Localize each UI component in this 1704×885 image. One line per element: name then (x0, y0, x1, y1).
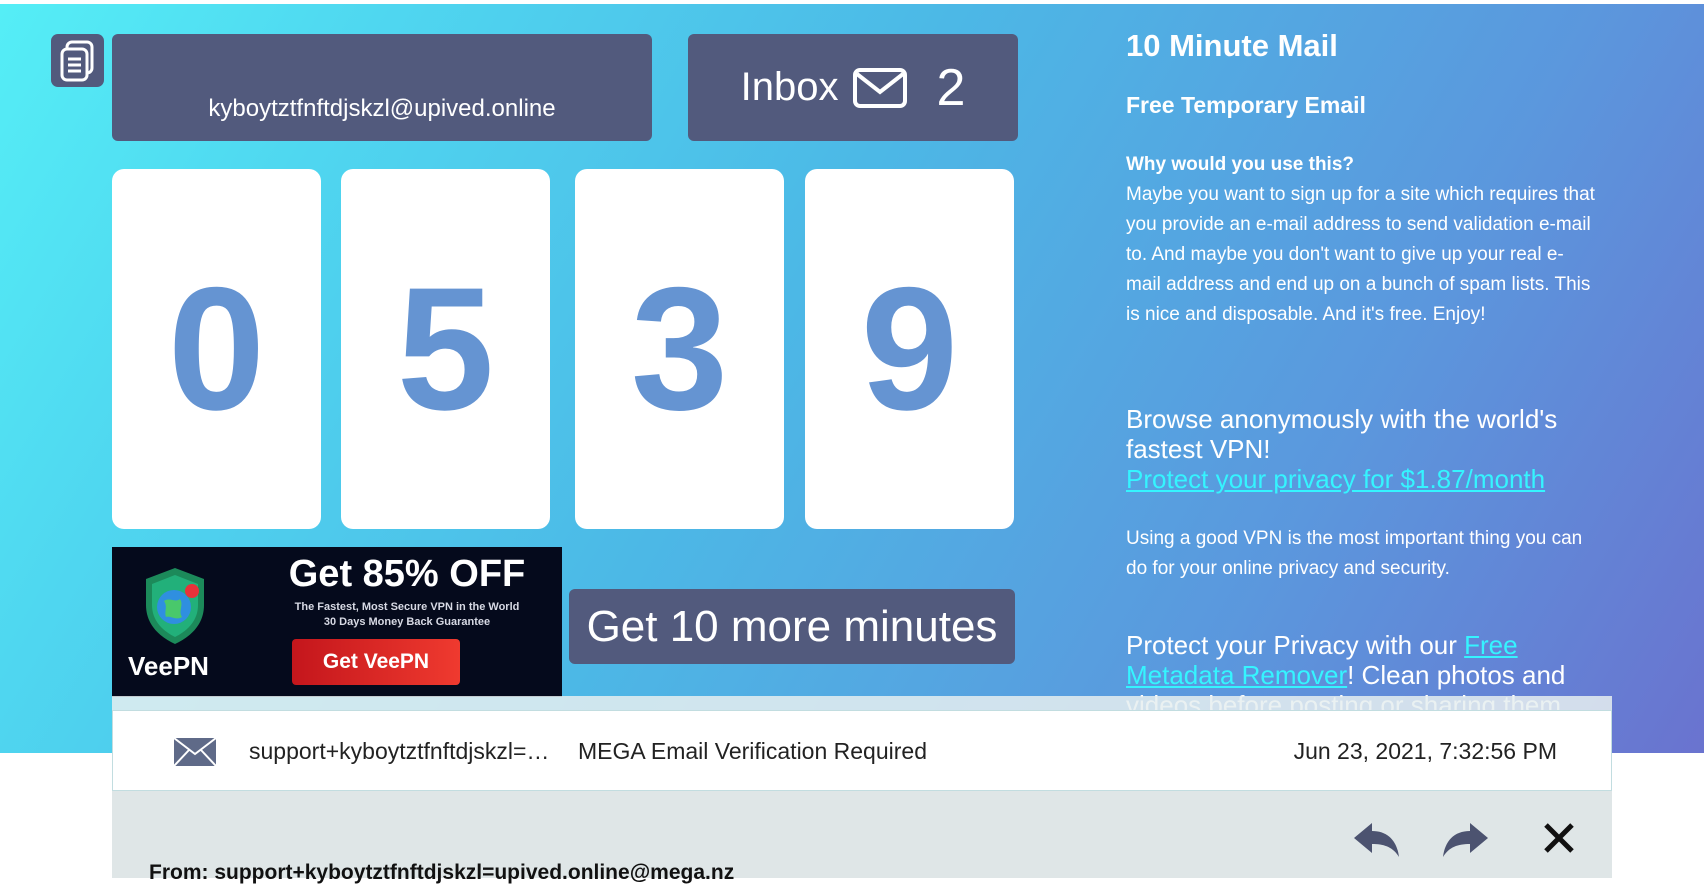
message-full-sender: From: support+kyboytztfnftdjskzl=upived.… (149, 861, 735, 884)
forward-icon[interactable] (1440, 819, 1490, 859)
ad-subline: The Fastest, Most Secure VPN in the Worl… (257, 600, 557, 630)
inbox-count: 2 (936, 58, 966, 117)
site-subtitle: Free Temporary Email (1126, 92, 1366, 118)
timer-digit-3: 3 (575, 169, 784, 529)
vpn-heading: Browse anonymously with the world's fast… (1126, 404, 1558, 464)
copy-email-button[interactable] (51, 34, 104, 87)
why-body: Maybe you want to sign up for a site whi… (1126, 184, 1595, 325)
email-address-text: kyboytztfnftdjskzl@upived.online (208, 95, 556, 122)
envelope-icon (853, 67, 908, 108)
copy-icon (60, 40, 93, 81)
ad-subline-1: The Fastest, Most Secure VPN in the Worl… (294, 601, 520, 613)
why-section: Why would you use this? Maybe you want t… (1126, 150, 1596, 330)
inbox-label: Inbox (740, 65, 839, 109)
vpn-note: Using a good VPN is the most important t… (1126, 528, 1583, 579)
ad-get-vpn-button[interactable]: Get VeePN (292, 639, 460, 685)
site-title: 10 Minute Mail (1126, 28, 1338, 63)
message-row[interactable]: support+kyboytztfnftdjskzl=… MEGA Email … (112, 710, 1612, 791)
envelope-icon (173, 737, 217, 767)
email-address[interactable]: kyboytztfnftdjskzl@upived.online (112, 34, 652, 141)
get-more-minutes-button[interactable]: Get 10 more minutes (569, 589, 1015, 664)
vpn-ad-banner[interactable]: Get 85% OFF The Fastest, Most Secure VPN… (112, 547, 562, 697)
why-heading: Why would you use this? (1126, 154, 1354, 175)
vpn-link[interactable]: Protect your privacy for $1.87/month (1126, 464, 1596, 494)
message-date: Jun 23, 2021, 7:32:56 PM (1293, 738, 1557, 764)
inbox-indicator[interactable]: Inbox 2 (688, 34, 1018, 141)
timer-digit-4: 9 (805, 169, 1014, 529)
message-sender: support+kyboytztfnftdjskzl=… (249, 738, 550, 764)
inbox-list-header (112, 696, 1612, 710)
close-icon[interactable] (1542, 821, 1576, 855)
vpn-promo: Browse anonymously with the world's fast… (1126, 404, 1596, 494)
ad-headline: Get 85% OFF (288, 553, 526, 595)
shield-icon (146, 568, 204, 644)
message-detail: From: support+kyboytztfnftdjskzl=upived.… (112, 791, 1612, 884)
message-subject: MEGA Email Verification Required (578, 738, 927, 764)
ad-brand: VeePN (128, 651, 209, 681)
ad-subline-2: 30 Days Money Back Guarantee (323, 616, 491, 628)
reply-icon[interactable] (1352, 819, 1402, 859)
timer-digit-2: 5 (341, 169, 550, 529)
timer-digit-1: 0 (112, 169, 321, 529)
metadata-prefix: Protect your Privacy with our (1126, 630, 1465, 660)
